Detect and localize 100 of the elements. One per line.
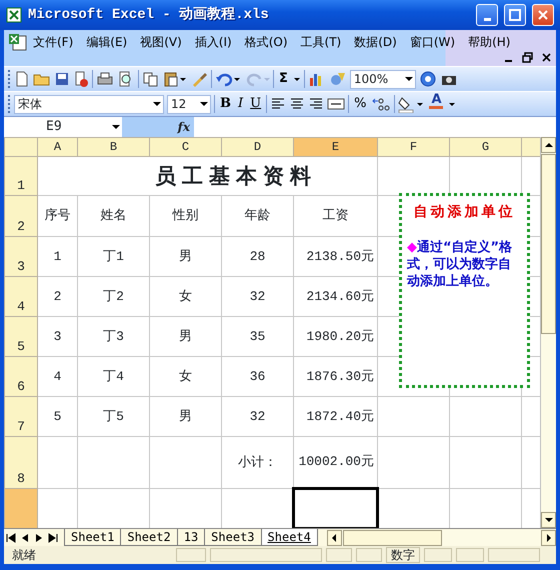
table-cell: 姓名 xyxy=(78,196,150,236)
close-icon[interactable] xyxy=(541,52,552,64)
table-cell: 性别 xyxy=(150,196,222,236)
menu-item[interactable]: 工具(T) xyxy=(296,33,346,51)
table-cell: 1872.40元 xyxy=(294,396,378,436)
table-cell: 1 xyxy=(38,236,78,276)
fill-color-icon[interactable] xyxy=(398,95,424,113)
status-pane xyxy=(176,548,206,562)
close-button[interactable] xyxy=(532,4,554,26)
sheet-tab[interactable]: 13 xyxy=(176,529,206,546)
zoom-dropdown[interactable]: 100% xyxy=(350,70,416,88)
status-pane xyxy=(488,548,540,562)
table-cell: 丁3 xyxy=(78,316,150,356)
table-cell: 28 xyxy=(222,236,294,276)
minimize-icon xyxy=(484,18,490,20)
table-cell: 男 xyxy=(150,396,222,436)
copy-icon[interactable] xyxy=(142,70,160,88)
font-size-dropdown[interactable]: 12 xyxy=(167,94,211,114)
num-lock-indicator: 数字 xyxy=(386,547,420,563)
paste-icon[interactable] xyxy=(163,70,187,88)
status-pane xyxy=(424,548,452,562)
arrow-up-icon xyxy=(544,142,552,148)
menu-item[interactable]: 帮助(H) xyxy=(463,33,516,51)
table-cell: 35 xyxy=(222,316,294,356)
menu-item[interactable]: 数据(D) xyxy=(349,33,402,51)
row-header[interactable]: 3 xyxy=(4,236,38,276)
menu-item[interactable]: 格式(O) xyxy=(240,33,293,51)
status-pane xyxy=(456,548,484,562)
scroll-thumb[interactable] xyxy=(342,530,442,546)
excel-logo-icon xyxy=(6,7,22,23)
column-header[interactable]: A xyxy=(38,138,78,156)
color-bar-icon xyxy=(429,106,444,109)
column-header[interactable]: B xyxy=(78,138,150,156)
table-cell: 工资 xyxy=(294,196,378,236)
column-header[interactable]: F xyxy=(378,138,450,156)
save-icon[interactable] xyxy=(54,70,70,88)
table-cell: 2134.60元 xyxy=(294,276,378,316)
last-sheet-icon[interactable] xyxy=(46,530,60,544)
menu-item[interactable]: 视图(V) xyxy=(135,33,187,51)
font-color-button[interactable]: A xyxy=(427,93,446,115)
scroll-right-button[interactable] xyxy=(541,530,556,546)
menu-item[interactable]: 插入(I) xyxy=(190,33,237,51)
table-cell: 36 xyxy=(222,356,294,396)
table-cell: 年龄 xyxy=(222,196,294,236)
sheet-tab[interactable]: Sheet1 xyxy=(64,529,122,546)
scroll-down-button[interactable] xyxy=(541,512,556,528)
font-dropdown[interactable]: 宋体 xyxy=(14,94,164,114)
table-cell: 丁1 xyxy=(78,236,150,276)
row-header[interactable]: 7 xyxy=(4,396,38,436)
insert-function-button[interactable]: fx xyxy=(178,118,190,136)
menu-item[interactable]: 窗口(W) xyxy=(404,33,460,51)
table-cell: 2 xyxy=(38,276,78,316)
new-document-icon[interactable] xyxy=(14,70,30,88)
menu-item[interactable]: 编辑(E) xyxy=(81,33,132,51)
maximize-button[interactable] xyxy=(504,4,526,26)
table-cell: 32 xyxy=(222,276,294,316)
note-title: 自动添加单位 xyxy=(412,203,516,222)
name-box[interactable]: E9 xyxy=(4,118,122,136)
row-header[interactable]: 4 xyxy=(4,276,38,316)
maximize-icon xyxy=(509,9,521,21)
column-header[interactable]: E xyxy=(294,138,378,156)
column-header[interactable]: G xyxy=(450,138,522,156)
table-cell: 1876.30元 xyxy=(294,356,378,396)
column-header[interactable]: D xyxy=(222,138,294,156)
scroll-up-button[interactable] xyxy=(541,137,556,153)
sheet-tab[interactable]: Sheet2 xyxy=(120,529,178,546)
first-sheet-icon[interactable] xyxy=(4,530,18,544)
underline-button[interactable]: U xyxy=(248,93,264,115)
table-cell: 1980.20元 xyxy=(294,316,378,356)
minimize-button[interactable] xyxy=(476,4,498,26)
table-cell: 3 xyxy=(38,316,78,356)
row-header[interactable]: 2 xyxy=(4,196,38,236)
permission-icon[interactable] xyxy=(73,70,89,88)
menu-item[interactable]: 文件(F) xyxy=(28,33,78,51)
sheet-title: 员工基本资料 xyxy=(38,156,378,196)
text-box[interactable]: 自动添加单位 ◆通过“自定义”格式，可以为数字自动添加上单位。 xyxy=(399,193,530,388)
italic-button[interactable]: I xyxy=(236,93,246,115)
table-cell: 丁2 xyxy=(78,276,150,316)
autosum-button[interactable]: Σ xyxy=(277,68,290,90)
bold-button[interactable]: B xyxy=(218,93,233,115)
workbook-icon[interactable] xyxy=(8,33,28,51)
scroll-thumb[interactable] xyxy=(541,154,556,334)
table-cell: 男 xyxy=(150,236,222,276)
percent-button[interactable]: % xyxy=(352,93,368,115)
column-header[interactable]: C xyxy=(150,138,222,156)
sheet-tab[interactable]: Sheet3 xyxy=(204,529,262,546)
row-header[interactable]: 5 xyxy=(4,316,38,356)
scroll-left-button[interactable] xyxy=(326,530,342,546)
row-header[interactable]: 6 xyxy=(4,356,38,396)
table-cell: 丁4 xyxy=(78,356,150,396)
row-header[interactable]: 8 xyxy=(4,436,38,488)
row-header[interactable]: 1 xyxy=(4,156,38,196)
status-text: 就绪 xyxy=(12,547,37,564)
table-cell: 5 xyxy=(38,396,78,436)
table-cell: 4 xyxy=(38,356,78,396)
help-icon[interactable] xyxy=(418,70,437,88)
arrow-left-icon xyxy=(331,534,338,542)
table-cell: 女 xyxy=(150,356,222,396)
sheet-tab[interactable]: Sheet4 xyxy=(260,529,318,546)
restore-icon[interactable] xyxy=(522,52,533,64)
